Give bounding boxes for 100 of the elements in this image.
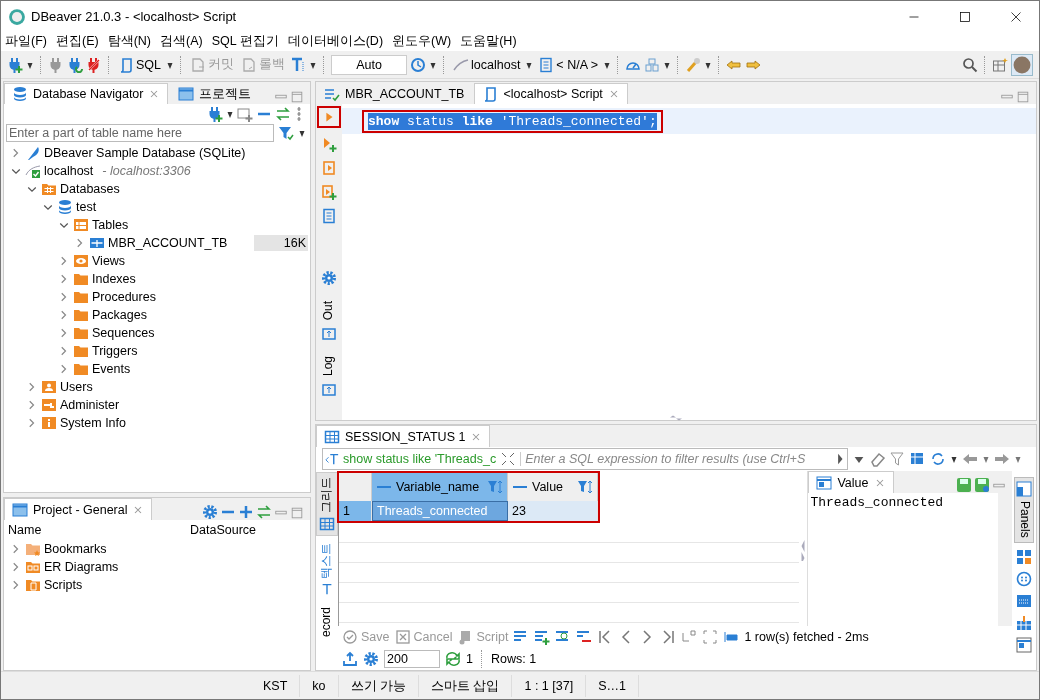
menu-item[interactable]: 윈도우(W) [392,33,452,50]
menu-item[interactable]: 파일(F) [5,33,47,50]
filter-icon[interactable] [278,125,294,141]
refresh-icon[interactable] [930,451,946,467]
tree-item[interactable]: localhost [44,164,94,178]
menu-item[interactable]: 도움말(H) [460,33,517,50]
explain-icon[interactable] [321,208,337,224]
column-header[interactable]: Value [508,473,598,501]
editor-tab[interactable]: MBR_ACCOUNT_TB [316,83,473,104]
view-tab[interactable]: 텍스트 [316,538,338,600]
link-arrows-icon[interactable] [275,106,291,122]
fetch-settings-icon[interactable] [363,651,379,667]
settings-icon[interactable] [321,270,337,286]
column-header[interactable]: DataSource [190,523,256,537]
result-tab[interactable]: SESSION_STATUS 1 [316,425,491,447]
tree-item[interactable]: Tables [92,218,129,232]
side-tab[interactable]: Out [321,300,337,322]
history-icon[interactable] [410,56,426,73]
delete-row-icon[interactable] [576,629,593,645]
tree-item[interactable]: Views [92,254,126,268]
schema-selector[interactable]: < N/A > [536,55,601,74]
row-number[interactable]: 1 [339,501,372,521]
circle-dots-icon[interactable] [1016,570,1032,587]
side-tab[interactable]: Log [321,355,337,378]
tree-item[interactable]: Scripts [44,578,83,592]
panel-tab[interactable]: Database Navigator [4,83,169,104]
maximize-icon[interactable] [290,506,304,520]
menu-item[interactable]: 편집(E) [55,33,99,50]
tree-item[interactable]: Databases [60,182,120,196]
tree-item[interactable]: Events [92,362,131,376]
column-header[interactable]: Variable_name [372,473,508,501]
gear-icon[interactable] [202,504,218,520]
tree-item[interactable]: DBeaver Sample Database (SQLite) [44,146,246,160]
save-icon[interactable] [956,477,972,493]
new-connection-icon[interactable] [7,56,23,73]
add-icon[interactable] [238,504,254,520]
panels-tab[interactable]: Panels [1014,477,1034,543]
tree-item[interactable]: System Info [60,416,126,430]
search-icon[interactable] [962,56,978,73]
save-clock-icon[interactable] [974,477,990,493]
menu-item[interactable]: 검색(A) [160,33,203,50]
disconnect-icon[interactable] [86,56,102,73]
editor-tab[interactable]: <localhost> Script [474,83,628,104]
maximize-icon[interactable] [290,90,304,104]
forward-icon[interactable] [994,451,1010,467]
fetch-size-field[interactable]: 200 [384,650,440,668]
run-button[interactable] [317,106,341,128]
table-settings-icon[interactable] [910,451,926,467]
panel-tab[interactable]: 프로젝트 [170,83,260,104]
refresh-loop-icon[interactable] [445,651,461,667]
view-tab[interactable]: 그리드 [316,472,338,536]
menu-item[interactable]: 탐색(N) [107,33,151,50]
filter-sort-icon[interactable] [487,479,503,495]
export-icon[interactable] [342,651,358,667]
value-view-icon[interactable] [1016,636,1032,653]
add-row-icon[interactable] [534,629,551,645]
perspective-icon[interactable] [992,56,1008,73]
tree-item[interactable]: Indexes [92,272,136,286]
format-icon[interactable] [290,56,306,73]
calendar-grid-icon[interactable] [1016,592,1032,609]
tree-item[interactable]: Triggers [92,344,138,358]
tree-item[interactable]: Administer [60,398,120,412]
table-filter-field[interactable]: Enter a part of table name here [6,124,274,142]
new-connection-icon[interactable] [207,106,223,122]
avatar-icon[interactable] [1011,53,1033,76]
tree-item[interactable]: MBR_ACCOUNT_TB [108,236,228,250]
connection-selector[interactable]: localhost [451,55,523,74]
run-script-plus-icon[interactable] [321,184,337,200]
column-header[interactable]: Name [8,523,190,537]
toolbar-button[interactable]: SQL [116,55,163,74]
last-page-icon[interactable] [660,629,677,645]
tree-item[interactable]: Bookmarks [44,542,107,556]
sash-arrows-icon[interactable] [668,414,684,422]
plug-icon[interactable] [48,56,64,73]
apply-arrow-icon[interactable] [835,452,845,466]
table-marker-icon[interactable] [1016,614,1032,631]
tree-item[interactable]: Users [60,380,93,394]
filter-sort-icon[interactable] [577,479,593,495]
panel-tab[interactable]: Project - General [4,498,153,520]
maximize-icon[interactable] [1016,90,1030,104]
view-tab[interactable]: ecord [316,602,338,643]
aggregate-icon[interactable] [1016,548,1032,565]
link-arrows-icon[interactable] [256,504,272,520]
tree-item[interactable]: Sequences [92,326,155,340]
transaction-mode-field[interactable]: Auto [331,54,407,75]
column-icon[interactable] [723,629,740,645]
eraser-icon[interactable] [870,451,886,467]
expand-icon[interactable] [500,451,517,467]
menu-item[interactable]: 데이터베이스(D) [287,33,384,50]
tree-item[interactable]: Procedures [92,290,156,304]
filter-bar[interactable]: show status like 'Threads_c Enter a SQL expression to filter results (use Ctrl+S [322,448,848,470]
tree-item[interactable]: Packages [92,308,147,322]
tree-item[interactable]: ER Diagrams [44,560,119,574]
panel-icon[interactable] [321,325,337,342]
value-tab[interactable]: Value [808,471,894,493]
panel-icon[interactable] [321,381,337,398]
filter-off-icon[interactable] [890,451,906,467]
run-plus-icon[interactable] [321,136,337,152]
reconnect-icon[interactable] [67,56,83,73]
tree-item[interactable]: test [76,200,97,214]
